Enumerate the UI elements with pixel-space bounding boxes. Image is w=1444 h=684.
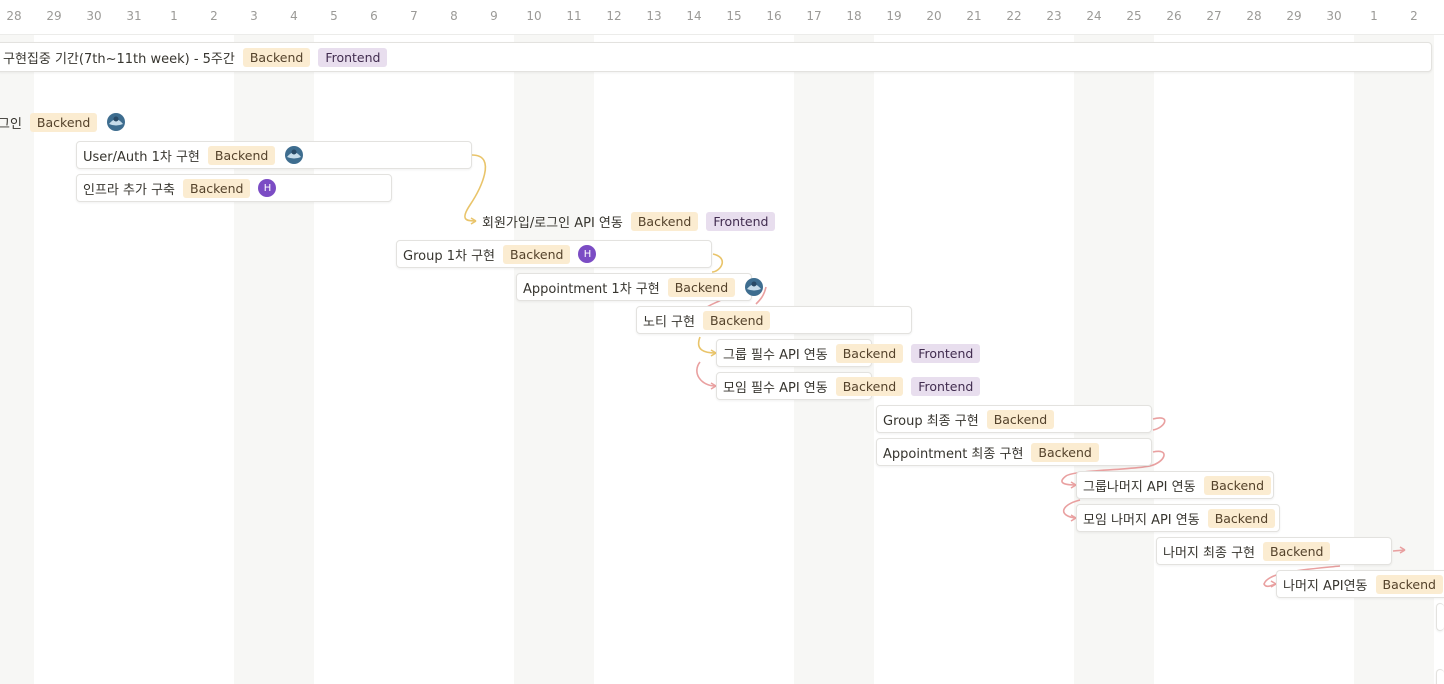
dependency-connector — [1152, 417, 1166, 431]
task-title: 회원가입/로그인 API 연동 — [482, 215, 623, 231]
assignee-avatar: H — [258, 179, 277, 197]
timeline-task-rest-api[interactable]: 나머지 API연동 Backend — [1276, 570, 1444, 598]
tag-backend: Backend — [1375, 574, 1443, 594]
tag-backend: Backend — [242, 47, 311, 67]
task-title: 인프라 추가 구축 — [83, 182, 175, 198]
tag-backend: Backend — [835, 376, 904, 396]
timeline-task-login[interactable]: 그인 Backend — [0, 108, 127, 136]
dependency-connector — [696, 361, 717, 387]
tag-backend: Backend — [1203, 475, 1272, 495]
timeline-task-group-final[interactable]: Group 최종 구현 Backend — [876, 405, 1152, 433]
task-title: 노티 구현 — [643, 314, 695, 330]
timeline-view: 28 29 30 31 1 2 3 4 5 6 7 8 9 10 11 12 1… — [0, 0, 1444, 684]
task-title: 그룹나머지 API 연동 — [1083, 479, 1196, 495]
tag-frontend: Frontend — [911, 343, 981, 363]
timeline-task-infra[interactable]: 인프라 추가 구축 Backend H — [76, 174, 392, 202]
timeline-task-phase[interactable]: 구현집중 기간(7th~11th week) - 5주간 Backend Fro… — [0, 42, 1432, 72]
timeline-task-meeting-api[interactable]: 모임 필수 API 연동 Backend Frontend — [716, 372, 981, 400]
tag-backend: Backend — [835, 343, 904, 363]
assignee-avatar: H — [578, 245, 597, 263]
timeline-task-appointment-1[interactable]: Appointment 1차 구현 Backend — [516, 273, 764, 301]
task-title: 나머지 API연동 — [1283, 578, 1368, 594]
task-title: Group 1차 구현 — [403, 248, 495, 264]
tag-backend: Backend — [1207, 508, 1276, 528]
timeline-task-meeting-rest-api[interactable]: 모임 나머지 API 연동 Backend — [1076, 504, 1280, 532]
timeline-task-signup-api[interactable]: 회원가입/로그인 API 연동 Backend Frontend — [476, 207, 776, 235]
task-title: 나머지 최종 구현 — [1163, 545, 1255, 561]
tag-backend: Backend — [667, 277, 736, 297]
timeline-task-group-1[interactable]: Group 1차 구현 Backend H — [396, 240, 712, 268]
dependency-connector — [711, 253, 724, 273]
tag-backend: Backend — [1263, 541, 1331, 561]
tag-frontend: Frontend — [318, 47, 388, 67]
tag-backend: Backend — [207, 145, 276, 165]
assignee-avatar — [743, 276, 765, 298]
tag-backend: Backend — [29, 112, 98, 132]
assignee-avatar — [283, 144, 305, 166]
timeline-task-user-auth[interactable]: User/Auth 1차 구현 Backend — [76, 141, 472, 169]
tag-backend: Backend — [503, 244, 571, 264]
timeline-task-partial[interactable] — [1436, 669, 1444, 684]
tag-frontend: Frontend — [706, 211, 776, 231]
task-title: 구현집중 기간(7th~11th week) - 5주간 — [3, 51, 235, 67]
task-title: User/Auth 1차 구현 — [83, 149, 200, 165]
timeline-task-group-api[interactable]: 그룹 필수 API 연동 Backend Frontend — [716, 339, 981, 367]
tag-frontend: Frontend — [911, 376, 981, 396]
timeline-task-group-rest-api[interactable]: 그룹나머지 API 연동 Backend — [1076, 471, 1274, 499]
task-title: 그룹 필수 API 연동 — [723, 347, 828, 363]
timeline-task-rest-final[interactable]: 나머지 최종 구현 Backend — [1156, 537, 1392, 565]
timeline-task-appointment-final[interactable]: Appointment 최종 구현 Backend — [876, 438, 1152, 466]
assignee-avatar — [105, 111, 127, 133]
task-title: Appointment 최종 구현 — [883, 446, 1024, 462]
task-title: Appointment 1차 구현 — [523, 281, 660, 297]
tag-backend: Backend — [986, 409, 1055, 429]
tag-backend: Backend — [702, 310, 771, 330]
tag-backend: Backend — [1031, 442, 1099, 462]
tag-backend: Backend — [630, 211, 699, 231]
timeline-task-noti[interactable]: 노티 구현 Backend — [636, 306, 912, 334]
tag-backend: Backend — [183, 178, 251, 198]
timeline-task-partial[interactable] — [1436, 603, 1444, 631]
task-title: 모임 나머지 API 연동 — [1083, 512, 1200, 528]
task-title: 그인 — [0, 116, 22, 132]
task-title: Group 최종 구현 — [883, 413, 979, 429]
task-title: 모임 필수 API 연동 — [723, 380, 828, 396]
